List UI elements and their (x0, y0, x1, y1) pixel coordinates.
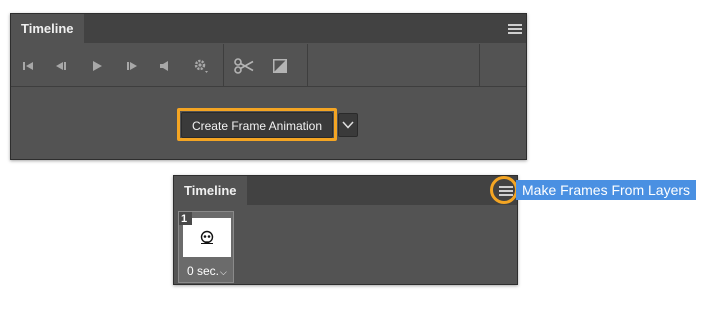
chevron-down-icon (342, 121, 354, 129)
panel-tab-bar: Timeline (11, 14, 526, 44)
panel-menu-icon[interactable] (499, 186, 513, 196)
next-frame-icon[interactable] (121, 55, 143, 77)
previous-frame-icon[interactable] (50, 55, 72, 77)
toolbar-divider (223, 44, 224, 86)
tab-timeline[interactable]: Timeline (174, 176, 247, 206)
settings-icon[interactable] (190, 55, 212, 77)
panel-tab-bar: Timeline (174, 176, 517, 206)
frame-delay-select[interactable]: 0 sec.⌵ (187, 264, 227, 278)
timeline-panel-bottom: Timeline 1 0 sec.⌵ (173, 175, 518, 285)
frame-number: 1 (181, 213, 188, 225)
animation-frame[interactable]: 1 0 sec.⌵ (178, 211, 234, 283)
audio-icon[interactable] (154, 55, 176, 77)
toolbar-divider (307, 44, 308, 86)
make-frames-from-layers-menu-item[interactable]: Make Frames From Layers (516, 180, 697, 200)
create-frame-animation-button[interactable]: Create Frame Animation (181, 112, 333, 138)
panel-menu-icon[interactable] (508, 24, 522, 34)
toolbar-divider (479, 44, 480, 86)
go-to-first-frame-icon[interactable] (17, 55, 39, 77)
timeline-toolbar (11, 44, 526, 87)
skull-icon (200, 230, 214, 244)
timeline-panel-top: Timeline Create Frame Animation (10, 13, 527, 160)
play-icon[interactable] (86, 55, 108, 77)
chevron-down-icon: ⌵ (220, 267, 227, 277)
animation-type-dropdown[interactable] (338, 113, 358, 137)
tab-timeline[interactable]: Timeline (11, 14, 84, 44)
transition-icon[interactable] (269, 55, 291, 77)
frame-delay-value: 0 sec. (187, 264, 220, 278)
split-scissors-icon[interactable] (233, 55, 255, 77)
